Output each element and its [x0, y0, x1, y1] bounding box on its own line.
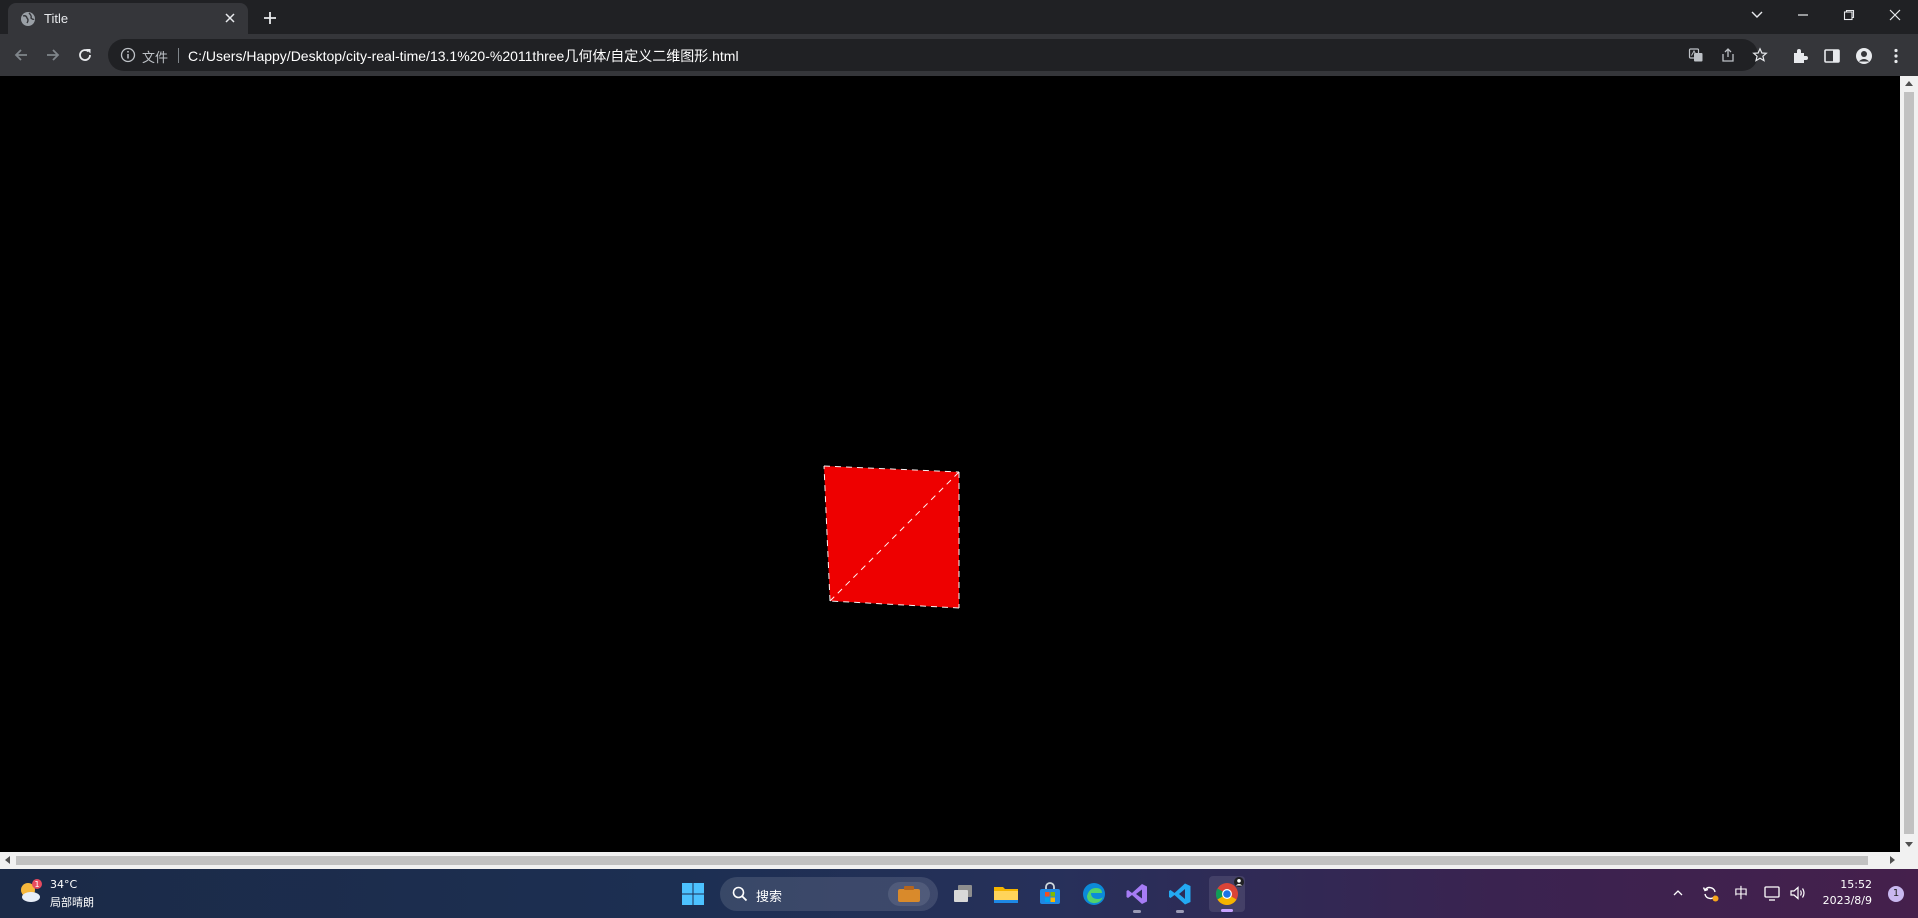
- close-window-button[interactable]: [1872, 0, 1918, 30]
- arrow-right-icon: [47, 49, 60, 61]
- ime-indicator[interactable]: 中: [1731, 883, 1751, 903]
- taskbar-app-visual-studio[interactable]: [1122, 879, 1152, 913]
- horizontal-scroll-thumb[interactable]: [16, 856, 1868, 865]
- arrow-left-icon: [14, 49, 27, 61]
- close-icon: [1889, 9, 1901, 21]
- task-view-icon: [954, 885, 972, 902]
- weather-condition: 局部晴朗: [50, 896, 94, 909]
- search-icon: [732, 886, 748, 902]
- network-icon: [1764, 886, 1780, 901]
- red-square-mesh: [824, 466, 959, 608]
- weather-badge: 1: [34, 880, 39, 889]
- folder-icon: [994, 887, 1018, 903]
- network-tray-button[interactable]: [1762, 883, 1782, 903]
- taskbar-search-box[interactable]: 搜索: [720, 877, 938, 911]
- address-divider: [178, 48, 179, 63]
- forward-button[interactable]: [41, 43, 65, 67]
- profile-badge-icon: [1234, 877, 1244, 887]
- bookmark-star-icon[interactable]: [1752, 47, 1768, 63]
- clock-time: 15:52: [1840, 878, 1872, 891]
- close-tab-icon[interactable]: [222, 10, 238, 26]
- start-button[interactable]: [678, 879, 708, 909]
- reload-button[interactable]: [73, 43, 97, 67]
- webgl-canvas[interactable]: [0, 76, 1900, 852]
- new-tab-icon[interactable]: [260, 8, 280, 28]
- clock-date: 2023/8/9: [1822, 894, 1872, 907]
- vertical-scroll-thumb[interactable]: [1904, 92, 1914, 834]
- translate-icon[interactable]: [1688, 47, 1704, 63]
- scroll-left-arrow[interactable]: [5, 856, 10, 864]
- taskbar-app-edge[interactable]: [1079, 879, 1109, 909]
- side-panel-icon[interactable]: [1823, 47, 1841, 65]
- scene-render: [823, 465, 960, 609]
- speaker-icon: [1790, 886, 1805, 900]
- profile-avatar-icon[interactable]: [1855, 47, 1873, 65]
- menu-kebab-icon[interactable]: [1887, 47, 1905, 65]
- scroll-up-arrow[interactable]: [1905, 81, 1913, 86]
- restore-button[interactable]: [1826, 0, 1872, 30]
- running-indicator: [1133, 910, 1141, 913]
- volume-tray-button[interactable]: [1788, 883, 1808, 903]
- restore-icon: [1843, 9, 1855, 21]
- running-indicator: [1176, 910, 1184, 913]
- info-icon[interactable]: [120, 47, 136, 63]
- horizontal-scrollbar[interactable]: [0, 852, 1918, 869]
- globe-icon: [21, 12, 35, 26]
- vertical-scrollbar[interactable]: [1900, 76, 1918, 852]
- windows-taskbar: 1 34°C 局部晴朗 搜索 中 15:52 2023/8/9 1: [0, 869, 1918, 918]
- tab-search-button[interactable]: [1734, 0, 1780, 30]
- store-bag-icon: [1040, 882, 1060, 904]
- reload-icon: [79, 49, 91, 61]
- task-view-button[interactable]: [948, 879, 978, 909]
- tab-strip: Title: [0, 0, 1918, 34]
- minimize-icon: [1798, 14, 1808, 16]
- taskbar-app-chrome[interactable]: [1209, 876, 1245, 912]
- search-label: 搜索: [756, 890, 783, 905]
- tab-title: Title: [44, 11, 69, 26]
- sync-icon: [1702, 886, 1719, 902]
- minimize-button[interactable]: [1780, 0, 1826, 30]
- scroll-right-arrow[interactable]: [1890, 856, 1895, 864]
- address-bar[interactable]: 文件 C:/Users/Happy/Desktop/city-real-time…: [108, 39, 1768, 71]
- weather-temperature: 34°C: [50, 878, 78, 891]
- sync-tray-button[interactable]: [1700, 883, 1720, 903]
- taskbar-app-vscode[interactable]: [1165, 879, 1195, 913]
- vscode-icon: [1169, 883, 1191, 905]
- edge-browser-icon: [1083, 883, 1105, 905]
- back-button[interactable]: [9, 43, 33, 67]
- url-text[interactable]: C:/Users/Happy/Desktop/city-real-time/13…: [188, 46, 739, 66]
- taskbar-clock[interactable]: 15:52 2023/8/9: [1823, 877, 1872, 909]
- tab-active[interactable]: Title: [8, 3, 248, 34]
- search-highlight-icon: [888, 882, 930, 906]
- browser-toolbar: 文件 C:/Users/Happy/Desktop/city-real-time…: [0, 34, 1918, 76]
- chevron-up-icon: [1673, 890, 1683, 896]
- scroll-down-arrow[interactable]: [1905, 842, 1913, 847]
- chevron-down-icon: [1751, 11, 1763, 18]
- security-chip[interactable]: 文件: [142, 47, 168, 66]
- active-indicator: [1221, 909, 1233, 912]
- notification-badge[interactable]: 1: [1888, 886, 1904, 902]
- visual-studio-icon: [1126, 884, 1147, 904]
- taskbar-app-file-explorer[interactable]: [991, 879, 1021, 909]
- share-icon[interactable]: [1720, 47, 1736, 63]
- taskbar-app-store[interactable]: [1035, 879, 1065, 909]
- show-hidden-icons-button[interactable]: [1670, 883, 1686, 903]
- partly-sunny-icon: 1: [21, 879, 42, 902]
- extensions-icon[interactable]: [1791, 47, 1809, 65]
- windows-logo-icon: [682, 883, 704, 905]
